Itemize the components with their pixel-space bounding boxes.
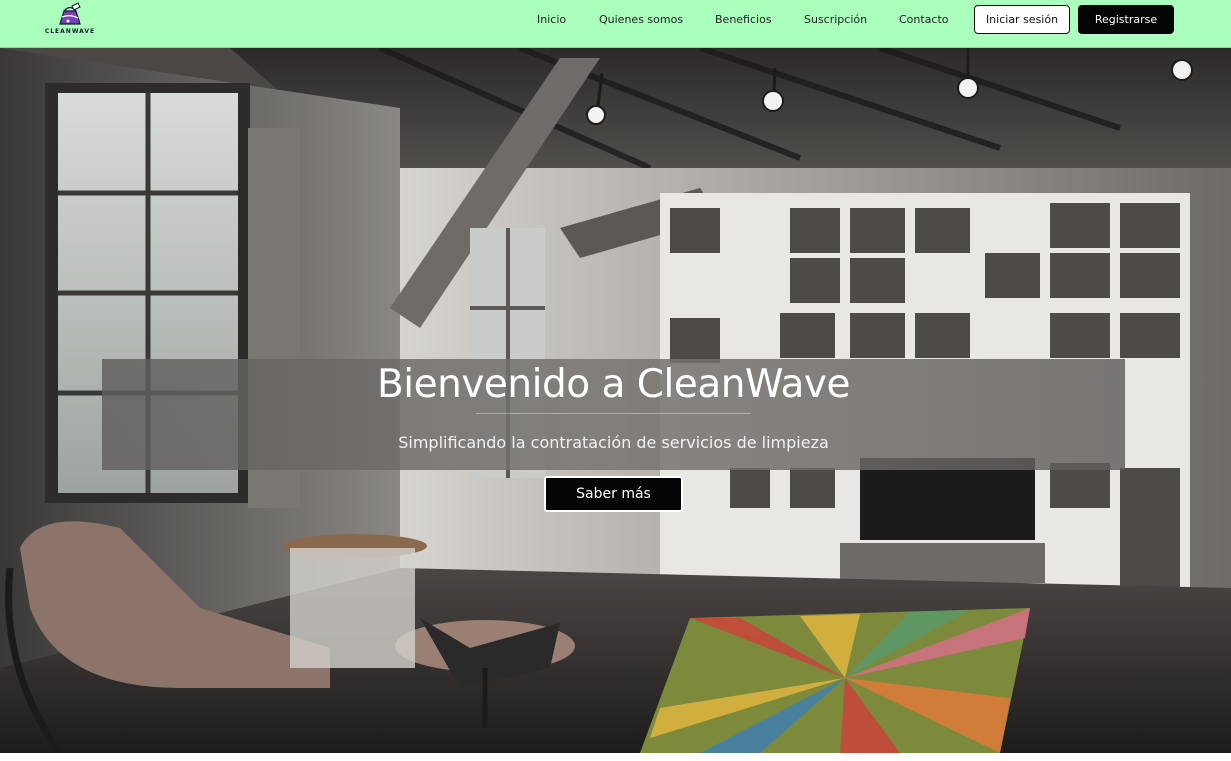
nav-link-suscripcion[interactable]: Suscripción <box>804 13 867 26</box>
nav-link-contacto[interactable]: Contacto <box>899 13 949 26</box>
nav-link-inicio[interactable]: Inicio <box>537 13 566 26</box>
register-button[interactable]: Registrarse <box>1078 5 1174 34</box>
nav-link-quienes-somos[interactable]: Quienes somos <box>599 13 683 26</box>
brand-logo[interactable]: CLEANWAVE <box>44 2 96 38</box>
learn-more-button[interactable]: Saber más <box>544 476 683 512</box>
cleaning-bucket-icon <box>59 2 81 25</box>
brand-name: CLEANWAVE <box>44 28 96 35</box>
hero-divider <box>476 413 751 414</box>
hero-subtitle: Simplificando la contratación de servici… <box>398 433 829 452</box>
hero-section: Bienvenido a CleanWave Simplificando la … <box>0 48 1231 753</box>
top-navbar: CLEANWAVE Inicio Quienes somos Beneficio… <box>0 0 1231 48</box>
login-button[interactable]: Iniciar sesión <box>974 5 1070 34</box>
hero-title: Bienvenido a CleanWave <box>377 362 850 407</box>
hero-text-panel: Bienvenido a CleanWave Simplificando la … <box>102 359 1125 470</box>
nav-link-beneficios[interactable]: Beneficios <box>715 13 772 26</box>
